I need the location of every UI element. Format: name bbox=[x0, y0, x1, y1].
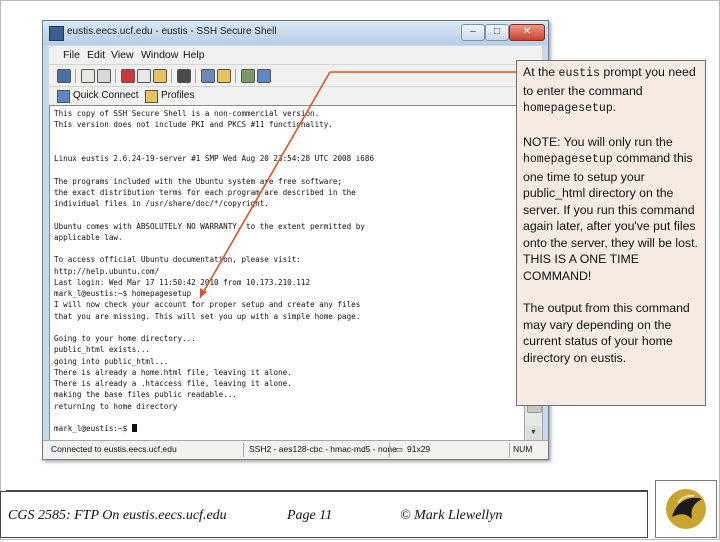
terminal-line: The programs included with the Ubuntu sy… bbox=[54, 176, 343, 186]
minimize-button[interactable]: – bbox=[461, 24, 485, 41]
save-icon[interactable] bbox=[57, 69, 71, 83]
settings-icon[interactable] bbox=[241, 69, 255, 83]
toolbar-separator bbox=[195, 69, 196, 83]
terminal-line: To access official Ubuntu documentation,… bbox=[54, 255, 301, 265]
terminal-line: mark_l@eustis:~$ bbox=[54, 424, 137, 433]
new-terminal-icon[interactable] bbox=[201, 69, 215, 83]
terminal-line: Ubuntu comes with ABSOLUTELY NO WARRANTY… bbox=[54, 221, 365, 231]
status-bar: Connected to eustis.eecs.ucf.edu SSH2 - … bbox=[43, 440, 548, 459]
status-num: NUM bbox=[513, 444, 533, 454]
menu-window[interactable]: Window bbox=[141, 49, 178, 61]
menu-edit[interactable]: Edit bbox=[87, 49, 105, 61]
status-separator bbox=[509, 443, 510, 457]
callout-text: NOTE: You will only run the bbox=[523, 134, 673, 149]
terminal-line: Last login: Wed Mar 17 11:50:42 2010 fro… bbox=[54, 277, 311, 287]
terminal-line: going into public_html... bbox=[54, 356, 169, 366]
toolbar-separator bbox=[115, 69, 116, 83]
print-preview-icon[interactable] bbox=[97, 69, 111, 83]
terminal-output[interactable]: This copy of SSH Secure Shell is a non-c… bbox=[49, 105, 525, 442]
terminal-line: Linux eustis 2.6.24-19-server #1 SMP Wed… bbox=[54, 154, 375, 163]
terminal-line: There is already a .htaccess file, leavi… bbox=[54, 379, 292, 388]
profile-bar: Quick Connect Profiles bbox=[49, 86, 542, 106]
terminal-line: individual files in /usr/share/doc/*/cop… bbox=[54, 199, 269, 208]
toolbar bbox=[49, 64, 542, 87]
status-separator bbox=[389, 443, 390, 457]
terminal-line: returning to home directory bbox=[54, 401, 178, 411]
help-icon[interactable] bbox=[257, 69, 271, 83]
callout-paragraph-2: NOTE: You will only run the homepagesetu… bbox=[523, 134, 699, 285]
footer-course: CGS 2585: FTP On eustis.eecs.ucf.edu bbox=[8, 508, 227, 523]
callout-text: command this one time to setup your publ… bbox=[523, 151, 698, 283]
ssh-window: eustis.eecs.ucf.edu - eustis - SSH Secur… bbox=[42, 20, 549, 460]
menu-bar: File Edit View Window Help bbox=[49, 46, 542, 64]
terminal-line: that you are missing. This will set you … bbox=[54, 311, 361, 321]
terminal-line: There is already a home.html file, leavi… bbox=[54, 367, 292, 377]
print-icon[interactable] bbox=[81, 69, 95, 83]
terminal-line: applicable law. bbox=[54, 232, 123, 242]
copy-icon[interactable] bbox=[137, 69, 151, 83]
quick-connect-icon bbox=[57, 90, 70, 103]
terminal-line: http://help.ubuntu.com/ bbox=[54, 266, 160, 276]
find-icon[interactable] bbox=[177, 69, 191, 83]
terminal-line: This version does not include PKI and PK… bbox=[54, 120, 333, 130]
menu-file[interactable]: File bbox=[63, 49, 80, 61]
terminal-line: Going to your home directory... bbox=[54, 334, 196, 343]
menu-view[interactable]: View bbox=[111, 49, 134, 61]
terminal-line: This copy of SSH Secure Shell is a non-c… bbox=[54, 109, 320, 118]
status-connection: Connected to eustis.eecs.ucf.edu bbox=[51, 444, 177, 454]
profiles-folder-icon bbox=[145, 90, 158, 103]
toolbar-separator bbox=[235, 69, 236, 83]
title-bar[interactable]: eustis.eecs.ucf.edu - eustis - SSH Secur… bbox=[43, 21, 548, 45]
status-size: 91x29 bbox=[407, 444, 431, 454]
status-size-icon: ▭ bbox=[395, 444, 404, 454]
file-transfer-icon[interactable] bbox=[217, 69, 231, 83]
terminal-line: public_html exists... bbox=[54, 345, 151, 355]
cut-icon[interactable] bbox=[121, 69, 135, 83]
callout-paragraph-3: The output from this command may vary de… bbox=[523, 301, 690, 365]
quick-connect-button[interactable]: Quick Connect bbox=[73, 90, 139, 101]
terminal-line: the exact distribution terms for each pr… bbox=[54, 187, 356, 197]
callout-paragraph-1: At the eustis prompt you need to enter t… bbox=[523, 64, 699, 118]
terminal-line: mark_l@eustis:~$ homepagesetup bbox=[54, 289, 192, 298]
menu-help[interactable]: Help bbox=[183, 49, 205, 61]
status-separator bbox=[243, 443, 244, 457]
footer-author: © Mark Llewellyn bbox=[400, 508, 503, 523]
ssh-app-icon bbox=[49, 26, 64, 41]
scroll-down-icon[interactable]: ▼ bbox=[526, 426, 541, 440]
status-protocol: SSH2 - aes128-cbc - hmac-md5 - none bbox=[249, 444, 397, 454]
terminal-line: making the base files public readable... bbox=[54, 390, 237, 400]
maximize-button[interactable]: □ bbox=[485, 24, 509, 41]
callout-command: homepagesetup bbox=[523, 102, 613, 115]
toolbar-separator bbox=[75, 69, 76, 83]
callout-command: homepagesetup bbox=[523, 153, 613, 166]
terminal-line: I will now check your account for proper… bbox=[54, 300, 361, 310]
footer-page-number: Page 11 bbox=[287, 508, 333, 523]
profiles-button[interactable]: Profiles bbox=[161, 90, 194, 101]
paste-icon[interactable] bbox=[153, 69, 167, 83]
callout-box: At the eustis prompt you need to enter t… bbox=[516, 60, 706, 406]
window-title: eustis.eecs.ucf.edu - eustis - SSH Secur… bbox=[67, 26, 277, 37]
toolbar-separator bbox=[171, 69, 172, 83]
callout-command: eustis bbox=[558, 67, 600, 80]
pegasus-logo-icon bbox=[666, 489, 706, 529]
callout-text: . bbox=[612, 100, 617, 114]
callout-text: At the bbox=[523, 65, 559, 79]
close-button[interactable]: ✕ bbox=[509, 24, 545, 41]
ucf-pegasus-logo bbox=[655, 480, 717, 538]
terminal-cursor bbox=[131, 424, 137, 432]
